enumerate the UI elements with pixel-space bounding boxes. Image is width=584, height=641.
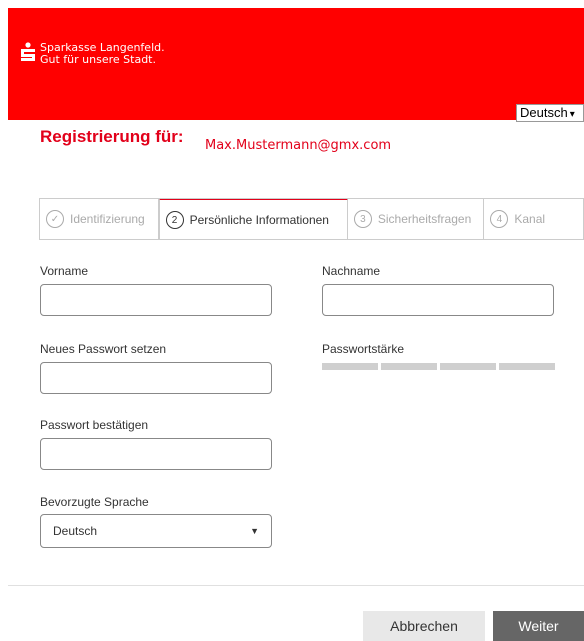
registration-email: Max.Mustermann@gmx.com xyxy=(205,138,392,153)
brand-logo[interactable]: Sparkasse Langenfeld. Gut für unsere Sta… xyxy=(20,42,165,66)
step-identification[interactable]: ✓ Identifizierung xyxy=(40,199,159,239)
preferred-language-label: Bevorzugte Sprache xyxy=(40,495,149,509)
confirm-password-label: Passwort bestätigen xyxy=(40,418,149,432)
first-name-label: Vorname xyxy=(40,264,89,278)
chevron-down-icon: ▼ xyxy=(250,526,259,536)
step-channel[interactable]: 4 Kanal xyxy=(484,199,583,239)
new-password-field[interactable] xyxy=(40,362,272,394)
step-security-questions[interactable]: 3 Sicherheitsfragen xyxy=(348,199,485,239)
last-name-label: Nachname xyxy=(322,264,381,278)
language-selector-value: Deutsch xyxy=(520,105,568,120)
progress-steps: ✓ Identifizierung 2 Persönliche Informat… xyxy=(39,198,584,240)
preferred-language-value: Deutsch xyxy=(53,524,98,538)
step-number: 2 xyxy=(165,211,184,229)
confirm-password-field[interactable] xyxy=(40,438,272,470)
step-label: Kanal xyxy=(514,212,546,226)
step-number: 3 xyxy=(353,210,372,228)
step-label: Identifizierung xyxy=(70,212,145,226)
header: Sparkasse Langenfeld. Gut für unsere Sta… xyxy=(8,8,584,122)
step-label: Sicherheitsfragen xyxy=(377,212,472,226)
preferred-language-select[interactable]: Deutsch ▼ xyxy=(40,514,272,548)
password-strength-meter xyxy=(322,363,555,370)
language-selector[interactable]: Deutsch ▾ xyxy=(516,104,584,122)
step-number: 4 xyxy=(490,210,509,228)
strength-segment xyxy=(322,363,378,370)
strength-segment xyxy=(499,363,555,370)
last-name-field[interactable] xyxy=(322,284,554,316)
new-password-label: Neues Passwort setzen xyxy=(40,342,167,356)
brand-text: Sparkasse Langenfeld. Gut für unsere Sta… xyxy=(40,42,165,66)
password-strength-label: Passwortstärke xyxy=(322,342,405,356)
registration-title: Registrierung für: xyxy=(40,127,184,146)
check-icon: ✓ xyxy=(46,210,64,228)
footer-divider xyxy=(8,585,584,586)
sparkasse-logo-icon xyxy=(21,42,35,61)
brand-slogan: Gut für unsere Stadt. xyxy=(40,53,156,66)
chevron-down-icon: ▾ xyxy=(569,109,575,120)
step-label: Persönliche Informationen xyxy=(189,213,329,227)
strength-segment xyxy=(381,363,437,370)
first-name-field[interactable] xyxy=(40,284,272,316)
strength-segment xyxy=(440,363,496,370)
step-personal-information[interactable]: 2 Persönliche Informationen xyxy=(158,199,348,239)
